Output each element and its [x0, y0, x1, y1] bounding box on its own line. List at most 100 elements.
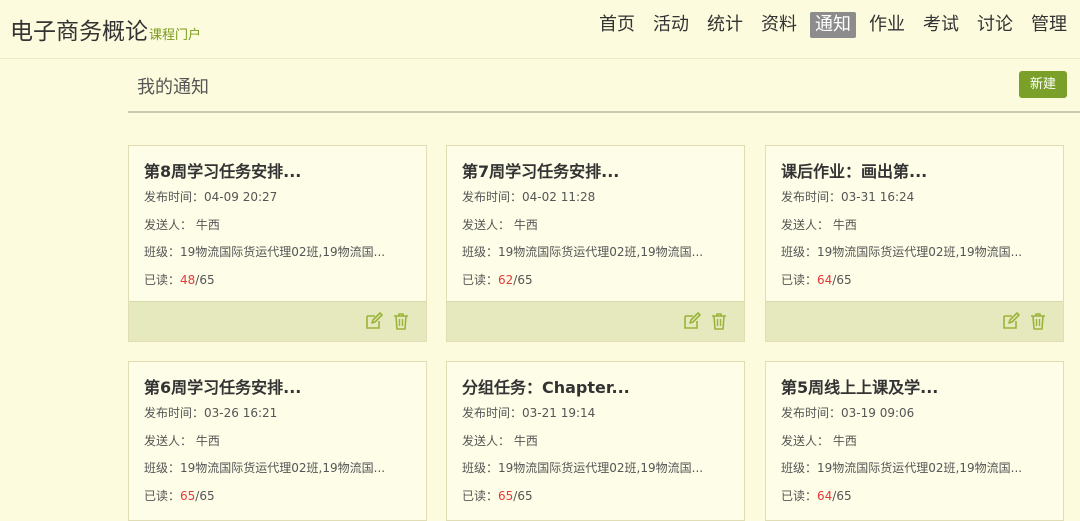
course-title: 电子商务概论: [10, 19, 148, 45]
class-value: 19物流国际货运代理02班,19物流国...: [498, 461, 704, 475]
notice-class: 班级：19物流国际货运代理02班,19物流国...: [781, 459, 1022, 476]
notice-card[interactable]: 第5周线上上课及学... 发布时间：03-19 09:06 发送人： 牛西 班级：19…: [765, 361, 1064, 521]
new-notice-button[interactable]: 新建: [1019, 71, 1067, 98]
notice-publish-time: 发布时间：03-31 16:24: [781, 188, 914, 205]
notice-card-footer: [447, 301, 744, 341]
publish-time-label: 发布时间：: [781, 406, 842, 420]
read-total: 65: [199, 273, 215, 287]
sender-value: 牛西: [513, 218, 538, 232]
class-value: 19物流国际货运代理02班,19物流国...: [498, 245, 704, 259]
publish-time-value: 03-26 16:21: [204, 406, 278, 420]
course-brand[interactable]: 电子商务概论 课程门户: [10, 12, 201, 46]
notice-sender: 发送人： 牛西: [462, 216, 538, 233]
sender-label: 发送人：: [781, 218, 830, 232]
read-total: 65: [517, 273, 533, 287]
trash-icon[interactable]: [710, 312, 728, 330]
class-label: 班级：: [144, 245, 181, 259]
read-count: 64: [817, 273, 833, 287]
publish-time-value: 03-19 09:06: [841, 406, 915, 420]
class-value: 19物流国际货运代理02班,19物流国...: [180, 245, 386, 259]
nav-item-notices[interactable]: 通知: [810, 12, 856, 38]
notice-card[interactable]: 分组任务：Chapter... 发布时间：03-21 19:14 发送人： 牛西 班级…: [446, 361, 745, 521]
read-total: 65: [836, 273, 852, 287]
class-value: 19物流国际货运代理02班,19物流国...: [817, 245, 1023, 259]
notice-card[interactable]: 课后作业：画出第... 发布时间：03-31 16:24 发送人： 牛西 班级：19物…: [765, 145, 1064, 342]
notice-publish-time: 发布时间：04-09 20:27: [144, 188, 277, 205]
notice-title[interactable]: 分组任务：Chapter...: [462, 374, 630, 398]
notice-card-footer: [129, 301, 426, 341]
notice-title[interactable]: 第6周学习任务安排...: [144, 374, 301, 398]
nav-item-materials[interactable]: 资料: [756, 12, 802, 38]
notice-read-status: 已读：48/65: [144, 273, 215, 287]
read-count: 62: [498, 273, 514, 287]
notice-class: 班级：19物流国际货运代理02班,19物流国...: [462, 243, 703, 260]
class-label: 班级：: [781, 461, 818, 475]
notice-read-status: 已读：62/65: [462, 273, 533, 287]
publish-time-label: 发布时间：: [144, 406, 205, 420]
nav-item-discussion[interactable]: 讨论: [972, 12, 1018, 38]
page-title: 我的通知: [137, 77, 209, 98]
read-label: 已读：: [462, 273, 499, 287]
notice-class: 班级：19物流国际货运代理02班,19物流国...: [144, 459, 385, 476]
class-value: 19物流国际货运代理02班,19物流国...: [180, 461, 386, 475]
sender-value: 牛西: [513, 434, 538, 448]
trash-icon[interactable]: [392, 312, 410, 330]
publish-time-label: 发布时间：: [781, 190, 842, 204]
nav-item-manage[interactable]: 管理: [1026, 12, 1072, 38]
sender-value: 牛西: [832, 434, 857, 448]
sender-label: 发送人：: [462, 218, 511, 232]
notice-class: 班级：19物流国际货运代理02班,19物流国...: [144, 243, 385, 260]
notice-publish-time: 发布时间：04-02 11:28: [462, 188, 595, 205]
notice-card[interactable]: 第7周学习任务安排... 发布时间：04-02 11:28 发送人： 牛西班级：19…: [446, 145, 745, 342]
notice-sender: 发送人： 牛西: [781, 432, 857, 449]
publish-time-label: 发布时间：: [462, 190, 523, 204]
notice-sender: 发送人： 牛西: [781, 216, 857, 233]
sender-value: 牛西: [832, 218, 857, 232]
nav-item-exams[interactable]: 考试: [918, 12, 964, 38]
publish-time-label: 发布时间：: [144, 190, 205, 204]
read-total: 65: [517, 489, 533, 503]
notice-title[interactable]: 第8周学习任务安排...: [144, 158, 301, 182]
notice-card-footer: [766, 301, 1063, 341]
class-label: 班级：: [462, 461, 499, 475]
top-header: 电子商务概论 课程门户 首页 活动 统计 资料 通知 作业 考试 讨论 管理: [0, 0, 1080, 59]
read-count: 64: [817, 489, 833, 503]
notice-sender: 发送人： 牛西: [144, 216, 220, 233]
edit-icon[interactable]: [1002, 312, 1020, 330]
notice-title[interactable]: 课后作业：画出第...: [781, 158, 927, 182]
publish-time-value: 03-31 16:24: [841, 190, 915, 204]
notice-publish-time: 发布时间：03-19 09:06: [781, 404, 914, 421]
sender-value: 牛西: [195, 434, 220, 448]
nav-item-activity[interactable]: 活动: [648, 12, 694, 38]
edit-icon[interactable]: [683, 312, 701, 330]
notice-class: 班级：19物流国际货运代理02班,19物流国...: [462, 459, 703, 476]
main-nav: 首页 活动 统计 资料 通知 作业 考试 讨论 管理: [586, 12, 1072, 38]
notice-sender: 发送人： 牛西: [462, 432, 538, 449]
section-divider: [128, 111, 1080, 113]
sender-label: 发送人：: [144, 218, 193, 232]
read-count: 48: [180, 273, 196, 287]
read-total: 65: [836, 489, 852, 503]
notice-title[interactable]: 第7周学习任务安排...: [462, 158, 619, 182]
notice-card[interactable]: 第8周学习任务安排... 发布时间：04-09 20:27 发送人： 牛西 班级：19…: [128, 145, 427, 342]
sender-value: 牛西: [195, 218, 220, 232]
notice-title[interactable]: 第5周线上上课及学...: [781, 374, 938, 398]
nav-item-statistics[interactable]: 统计: [702, 12, 748, 38]
class-value: 19物流国际货运代理02班,19物流国...: [817, 461, 1023, 475]
read-label: 已读：: [144, 489, 181, 503]
class-label: 班级：: [144, 461, 181, 475]
sender-label: 发送人：: [462, 434, 511, 448]
notice-read-status: 已读：64/65: [781, 273, 852, 287]
edit-icon[interactable]: [365, 312, 383, 330]
nav-item-homework[interactable]: 作业: [864, 12, 910, 38]
notice-read-status: 已读：64/65: [781, 489, 852, 503]
nav-item-home[interactable]: 首页: [594, 12, 640, 38]
trash-icon[interactable]: [1029, 312, 1047, 330]
read-label: 已读：: [781, 489, 818, 503]
read-total: 65: [199, 489, 215, 503]
notice-publish-time: 发布时间：03-21 19:14: [462, 404, 595, 421]
notice-sender: 发送人： 牛西: [144, 432, 220, 449]
notice-card[interactable]: 第6周学习任务安排... 发布时间：03-26 16:21 发送人： 牛西 班级：19…: [128, 361, 427, 521]
read-label: 已读：: [144, 273, 181, 287]
class-label: 班级：: [781, 245, 818, 259]
